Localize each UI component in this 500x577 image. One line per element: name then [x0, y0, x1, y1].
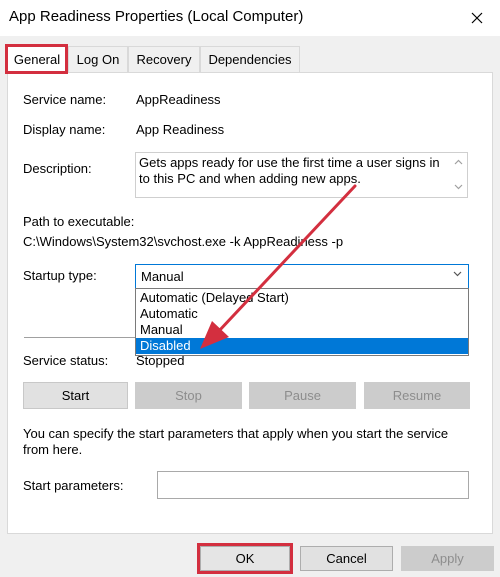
description-scrollbar[interactable] [450, 153, 467, 197]
resume-button-label: Resume [392, 388, 442, 403]
display-name-value: App Readiness [136, 122, 225, 137]
tab-log-on[interactable]: Log On [68, 46, 128, 72]
tab-recovery[interactable]: Recovery [128, 46, 200, 72]
path-value: C:\Windows\System32\svchost.exe -k AppRe… [23, 234, 344, 249]
path-label: Path to executable: [23, 214, 135, 229]
close-icon [471, 12, 483, 24]
option-automatic[interactable]: Automatic [136, 306, 468, 322]
option-disabled[interactable]: Disabled [136, 338, 468, 354]
service-status-label: Service status: [23, 353, 109, 368]
service-name-label: Service name: [23, 92, 107, 107]
resume-button[interactable]: Resume [364, 382, 470, 409]
title-bar: App Readiness Properties (Local Computer… [0, 0, 500, 36]
display-name-label: Display name: [23, 122, 106, 137]
stop-button-label: Stop [175, 388, 202, 403]
start-params-hint: You can specify the start parameters tha… [23, 426, 449, 457]
close-button[interactable] [454, 0, 500, 36]
pause-button[interactable]: Pause [249, 382, 356, 409]
service-name-value: AppReadiness [136, 92, 221, 107]
ok-button-annotation-box [197, 543, 293, 574]
tab-recovery-label: Recovery [136, 52, 192, 67]
stop-button[interactable]: Stop [135, 382, 242, 409]
tab-log-on-label: Log On [76, 52, 120, 67]
startup-type-select[interactable]: Manual [135, 264, 469, 289]
option-automatic-delayed[interactable]: Automatic (Delayed Start) [136, 290, 468, 306]
apply-button[interactable]: Apply [401, 546, 494, 571]
option-manual[interactable]: Manual [136, 322, 468, 338]
start-button[interactable]: Start [23, 382, 128, 409]
description-label: Description: [23, 161, 92, 176]
scroll-down-icon[interactable] [454, 184, 463, 190]
scroll-up-icon[interactable] [454, 159, 463, 165]
cancel-button-label: Cancel [326, 551, 367, 566]
description-box[interactable]: Gets apps ready for use the first time a… [135, 152, 468, 198]
startup-type-label: Startup type: [23, 268, 97, 283]
description-text: Gets apps ready for use the first time a… [139, 155, 440, 186]
start-params-label: Start parameters: [23, 478, 124, 493]
startup-type-value: Manual [141, 269, 184, 284]
start-params-input[interactable] [157, 471, 469, 499]
tab-dependencies-label: Dependencies [208, 52, 292, 67]
window-title: App Readiness Properties (Local Computer… [9, 8, 304, 25]
cancel-button[interactable]: Cancel [300, 546, 393, 571]
chevron-down-icon[interactable] [453, 271, 462, 277]
general-tab-annotation-box [5, 44, 68, 74]
separator [24, 337, 136, 338]
startup-type-dropdown[interactable]: Automatic (Delayed Start) Automatic Manu… [135, 288, 469, 356]
start-button-label: Start [61, 388, 90, 403]
apply-button-label: Apply [431, 551, 464, 566]
tab-dependencies[interactable]: Dependencies [200, 46, 300, 72]
pause-button-label: Pause [284, 388, 321, 403]
